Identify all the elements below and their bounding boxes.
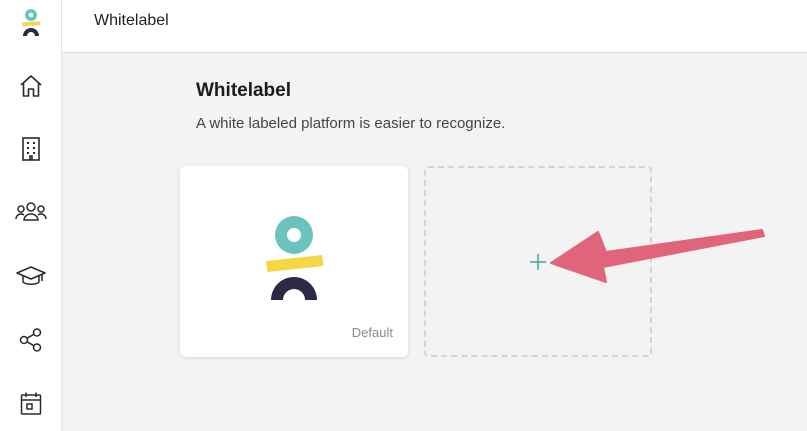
sidebar-item-buildings[interactable]: [0, 127, 62, 171]
plus-icon: [530, 254, 546, 270]
brand-logo-icon[interactable]: [0, 0, 62, 46]
main-content: Whitelabel A white labeled platform is e…: [62, 53, 807, 431]
page-title: Whitelabel: [196, 80, 292, 101]
people-icon: [15, 202, 47, 221]
sidebar: [0, 0, 62, 431]
sidebar-item-share[interactable]: [0, 318, 62, 362]
top-bar: Whitelabel: [62, 0, 807, 53]
header-title: Whitelabel: [94, 12, 169, 29]
calendar-icon: [20, 392, 42, 415]
sidebar-item-people[interactable]: [0, 190, 62, 234]
brand-logo-icon: [266, 216, 324, 300]
graduation-cap-icon: [16, 266, 46, 285]
sidebar-item-education[interactable]: [0, 254, 62, 298]
sidebar-item-home[interactable]: [0, 64, 62, 108]
share-icon: [19, 328, 42, 352]
page-subtitle: A white labeled platform is easier to re…: [196, 115, 506, 132]
home-icon: [20, 75, 42, 97]
whitelabel-card-default[interactable]: Default: [180, 166, 408, 357]
card-default-label: Default: [351, 325, 393, 340]
building-icon: [22, 137, 40, 161]
add-whitelabel-button[interactable]: [424, 166, 652, 357]
sidebar-item-calendar[interactable]: [0, 382, 62, 426]
